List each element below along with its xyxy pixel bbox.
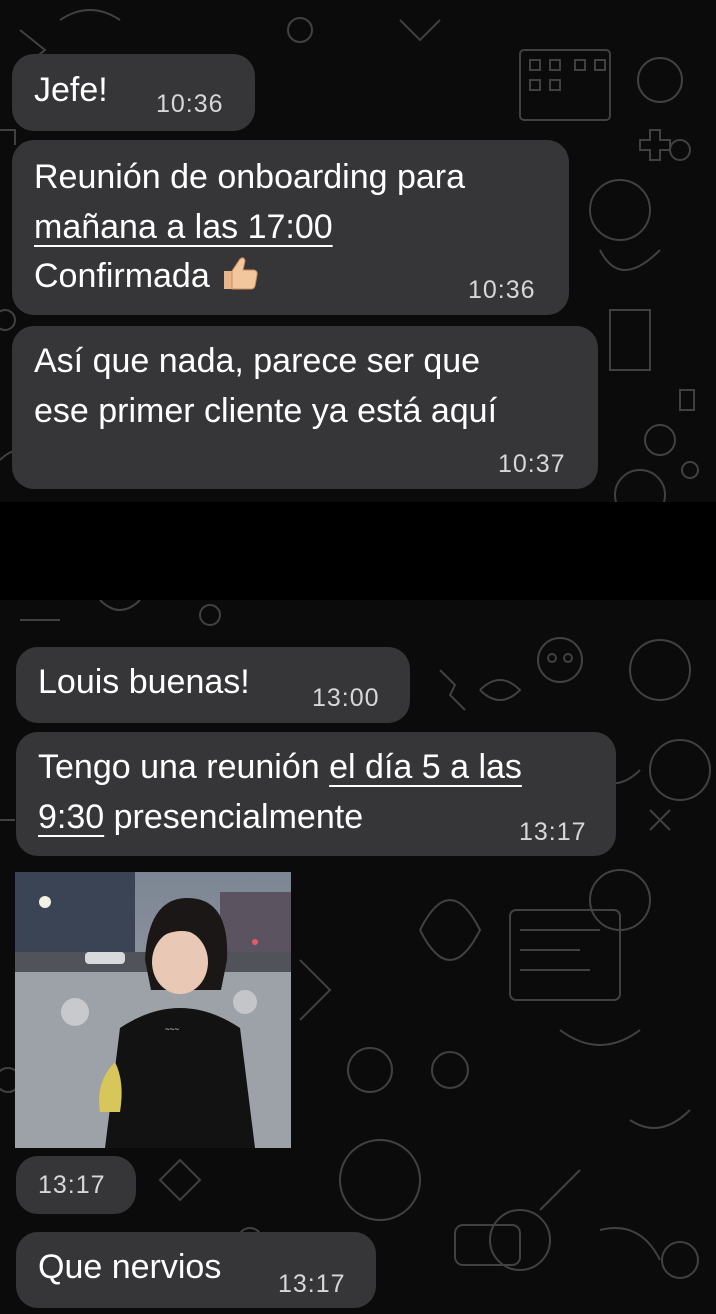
date-link[interactable]: mañana a las 17:00 [34, 208, 333, 246]
message-text-line: Reunión de onboarding para [34, 158, 466, 196]
message-text: Que nervios [38, 1248, 222, 1286]
message-timestamp: 13:17 [278, 1270, 346, 1298]
message-timestamp: 13:17 [38, 1171, 106, 1199]
message-timestamp: 10:37 [498, 450, 566, 478]
message-link-line[interactable]: mañana a las 17:00 [34, 204, 333, 250]
message-bubble[interactable]: Reunión de onboarding para mañana a las … [12, 140, 569, 315]
message-text-line: Confirmada [34, 253, 260, 299]
message-bubble[interactable]: Louis buenas! 13:00 [16, 647, 410, 723]
thumbs-up-icon [223, 257, 258, 290]
svg-text:~~~: ~~~ [165, 1025, 179, 1034]
date-link[interactable]: el día 5 a las [329, 748, 522, 786]
time-link[interactable]: 9:30 [38, 798, 104, 836]
message-timestamp: 10:36 [468, 276, 536, 304]
chat-panel-bottom: Louis buenas! 13:00 Tengo una reunión el… [0, 600, 716, 1314]
message-text-line: ese primer cliente ya está aquí [34, 392, 498, 430]
message-text-line: 9:30 presencialmente [38, 798, 364, 836]
screenshot-separator [0, 502, 716, 600]
message-bubble[interactable]: Así que nada, parece ser que ese primer … [12, 326, 598, 489]
media-timestamp-bubble: 13:17 [16, 1156, 136, 1214]
child-photo-image: ~~~ [15, 872, 291, 1148]
chat-panel-top: Jefe! 10:36 Reunión de onboarding para m… [0, 0, 716, 502]
message-text-line: Así que nada, parece ser que [34, 342, 481, 380]
message-bubble[interactable]: Tengo una reunión el día 5 a las 9:30 pr… [16, 732, 616, 856]
message-text: Jefe! [34, 71, 108, 109]
media-image-message[interactable]: ~~~ [15, 872, 291, 1148]
message-text-line: Tengo una reunión el día 5 a las [38, 748, 522, 786]
message-text: Louis buenas! [38, 663, 250, 701]
message-bubble[interactable]: Que nervios 13:17 [16, 1232, 376, 1308]
message-timestamp: 13:17 [519, 818, 587, 846]
message-timestamp: 13:00 [312, 684, 380, 712]
message-bubble[interactable]: Jefe! 10:36 [12, 54, 255, 131]
message-timestamp: 10:36 [156, 90, 224, 118]
